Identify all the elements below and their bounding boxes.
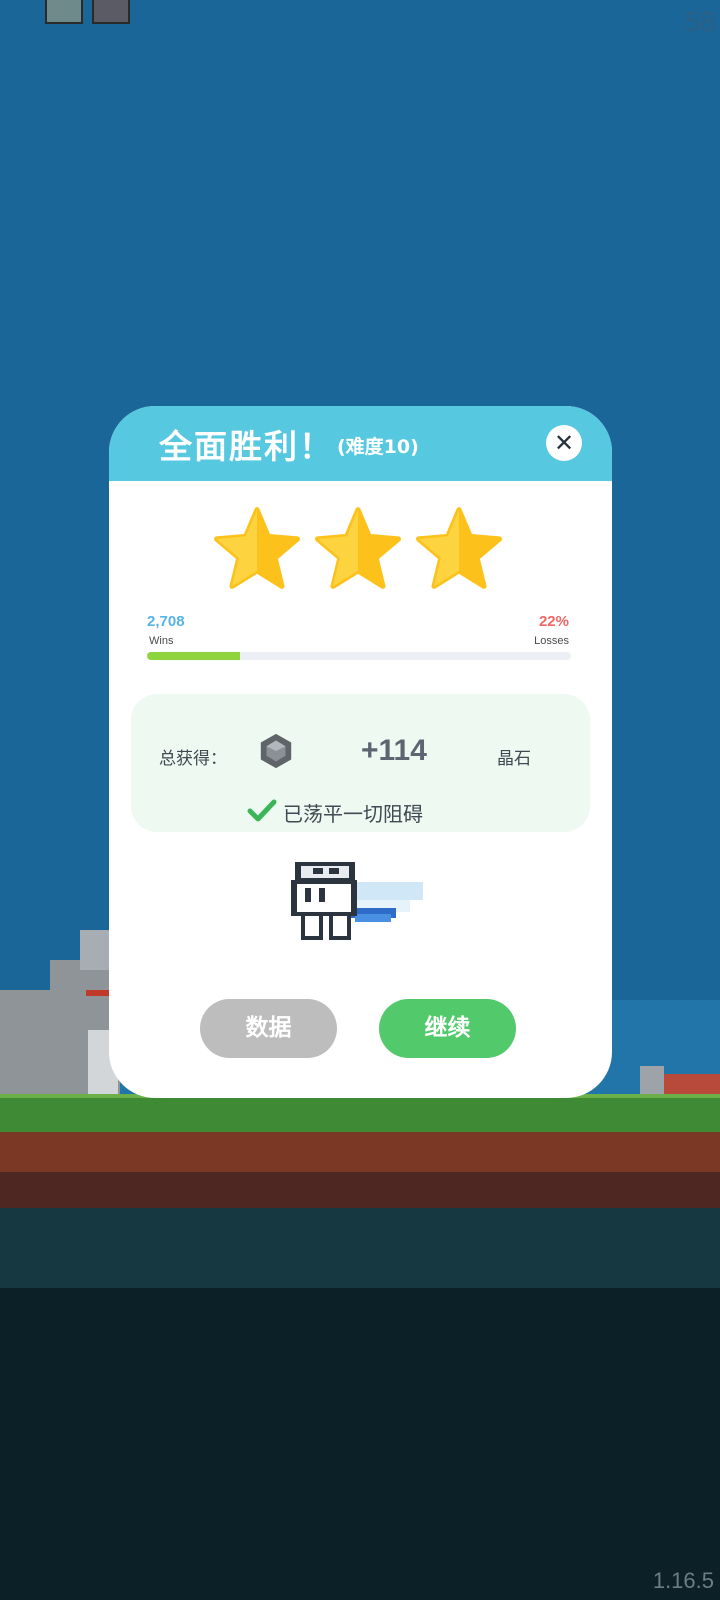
close-icon: ✕ — [553, 429, 575, 457]
dialog-header: 全面胜利！ (难度10) ✕ — [109, 406, 612, 481]
close-button[interactable]: ✕ — [546, 425, 582, 461]
dirt-layer — [0, 1132, 720, 1172]
stone-tower — [80, 930, 110, 970]
wins-label: Wins — [149, 635, 174, 647]
red-flag — [86, 990, 110, 996]
losses-label: Losses — [534, 635, 569, 647]
cleared-status: 已荡平一切阻碍 — [283, 802, 423, 826]
win-loss-bar-fill — [147, 652, 241, 660]
continue-button[interactable]: 继续 — [379, 999, 516, 1058]
wooden-fence — [664, 1074, 720, 1096]
dialog-title: 全面胜利！ — [159, 427, 334, 466]
reward-amount: +114 — [361, 734, 427, 767]
buff-icon[interactable] — [45, 0, 83, 24]
star-icon — [214, 507, 300, 589]
water-surface — [0, 1208, 720, 1288]
star-rating — [214, 507, 504, 592]
data-button[interactable]: 数据 — [200, 999, 337, 1058]
star-icon — [315, 507, 401, 589]
losses-value: 22% — [538, 613, 569, 630]
fps-counter: 58 — [684, 6, 716, 37]
difficulty-label: (难度10) — [337, 436, 419, 458]
win-loss-bar — [147, 652, 571, 660]
gem-icon — [260, 733, 292, 769]
victory-dialog: 全面胜利！ (难度10) ✕ 2,708 Wins 22% Losses 总获得… — [109, 406, 612, 1098]
star-icon — [416, 507, 502, 589]
dirt-layer-dark — [0, 1172, 720, 1208]
weapon-icon[interactable] — [92, 0, 130, 24]
check-icon — [247, 799, 277, 822]
hero-character-icon — [291, 862, 423, 940]
game-scene: 58 1.16.5 全面胜利！ (难度10) ✕ 2,708 Wins 22% — [0, 0, 720, 1600]
reward-panel: 总获得： +114 晶石 已荡平一切阻碍 — [131, 694, 590, 832]
reward-label: 总获得： — [159, 749, 227, 769]
grass-ground — [0, 1098, 720, 1132]
version-label: 1.16.5 — [652, 1568, 714, 1593]
wins-value: 2,708 — [147, 613, 185, 630]
reward-currency: 晶石 — [497, 749, 531, 769]
stone-pillar — [640, 1066, 664, 1096]
